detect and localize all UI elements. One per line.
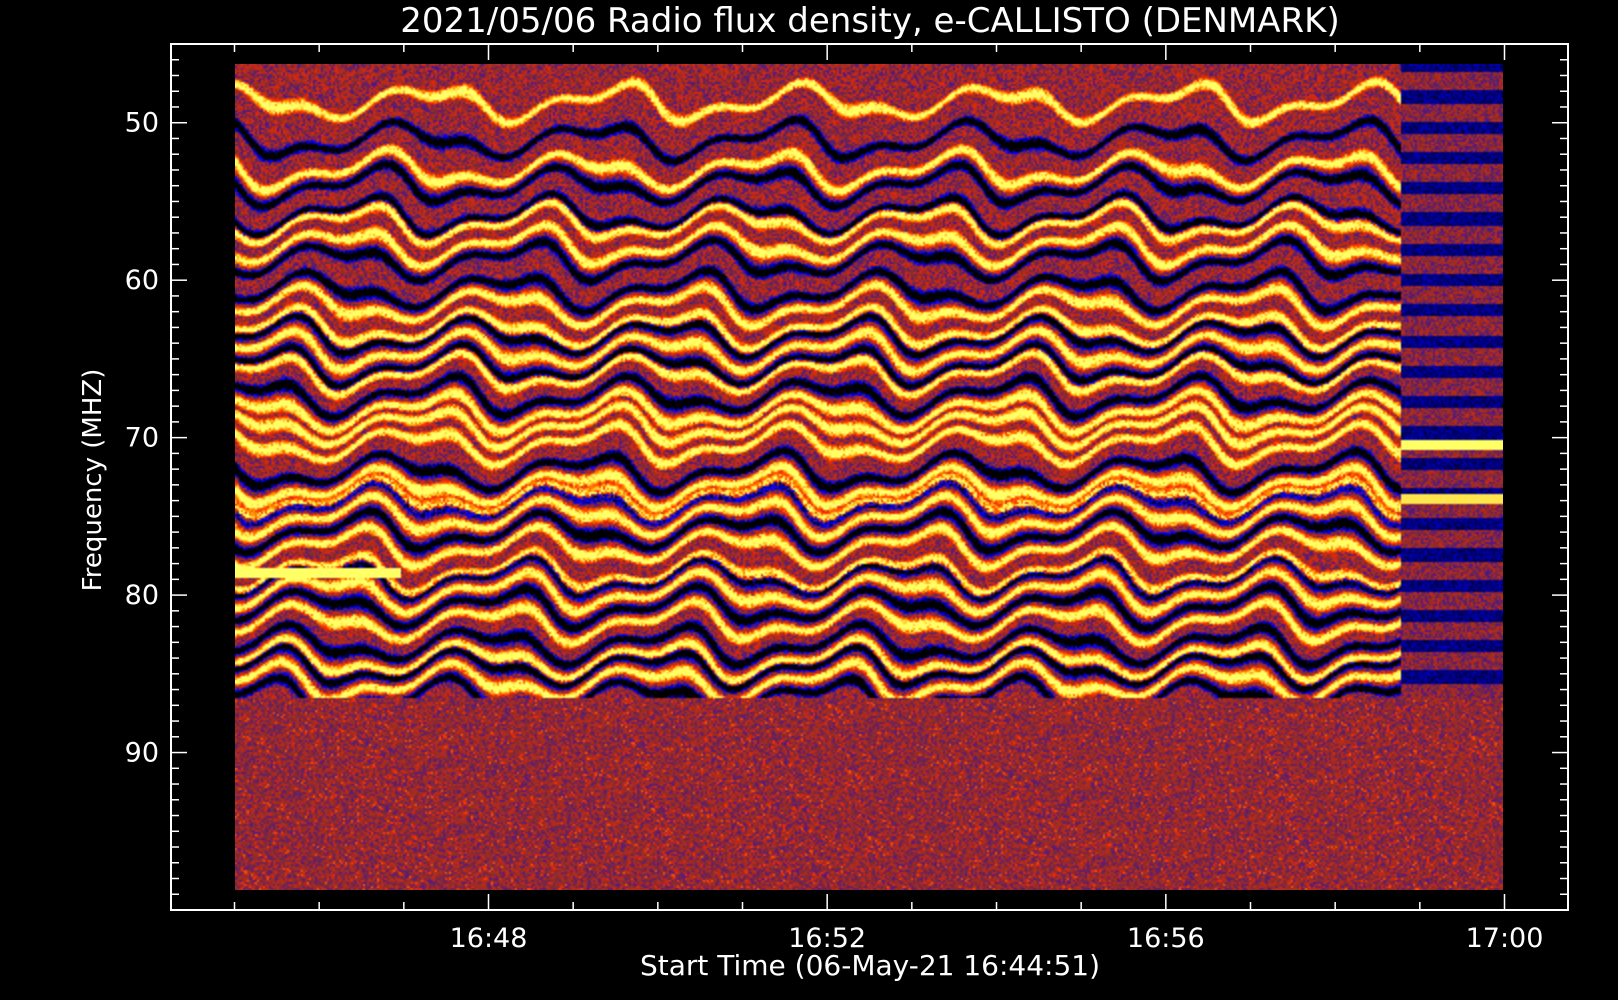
spectrogram-heatmap: [235, 64, 1503, 890]
x-tick-label: 17:00: [1466, 923, 1544, 954]
chart-title: 2021/05/06 Radio flux density, e-CALLIST…: [400, 1, 1339, 41]
y-tick-label: 70: [125, 423, 159, 454]
y-tick-label: 90: [125, 738, 159, 769]
y-tick-label: 80: [125, 580, 159, 611]
y-tick-label: 50: [125, 108, 159, 139]
x-axis-label: Start Time (06-May-21 16:44:51): [640, 949, 1100, 982]
x-tick-label: 16:56: [1127, 923, 1205, 954]
spectrogram-figure: 2021/05/06 Radio flux density, e-CALLIST…: [0, 0, 1618, 1000]
x-tick-label: 16:48: [450, 923, 528, 954]
y-tick-label: 60: [125, 265, 159, 296]
y-axis-label: Frequency (MHZ): [78, 369, 108, 592]
